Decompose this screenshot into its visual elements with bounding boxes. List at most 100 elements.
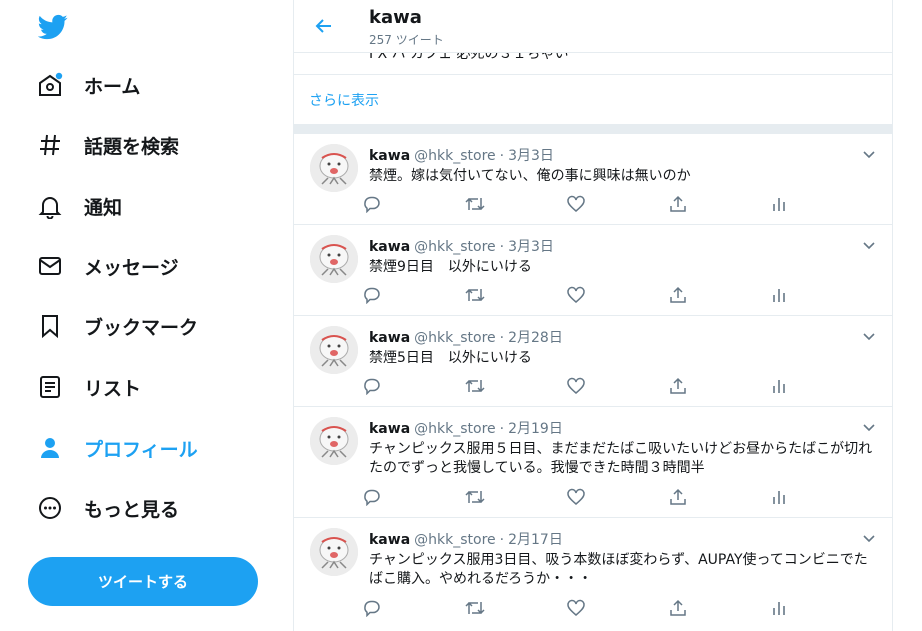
tweet-menu-button[interactable] bbox=[860, 418, 878, 436]
tweet-button[interactable]: ツイートする bbox=[28, 557, 258, 606]
arrow-left-icon bbox=[315, 19, 331, 33]
sidebar-item-notifications[interactable]: 通知 bbox=[36, 186, 122, 226]
tweet-item[interactable]: kawa @hkk_store · 3月3日 禁煙。嫁は気付いてない、俺の事に興味は無… bbox=[294, 134, 892, 225]
tweet-author[interactable]: kawa bbox=[369, 532, 410, 548]
retweet-button[interactable] bbox=[465, 194, 485, 214]
tweet-date[interactable]: 2月28日 bbox=[508, 330, 563, 346]
retweet-button[interactable] bbox=[465, 487, 485, 507]
tweet-count: 257 ツイート bbox=[369, 33, 444, 47]
like-button[interactable] bbox=[566, 194, 586, 214]
tweet-author[interactable]: kawa bbox=[369, 330, 410, 346]
retweet-icon bbox=[465, 379, 485, 393]
envelope-icon bbox=[36, 252, 64, 280]
tweet-menu-button[interactable] bbox=[860, 327, 878, 345]
share-button[interactable] bbox=[668, 598, 688, 618]
bookmark-icon bbox=[36, 312, 64, 340]
tweet-handle[interactable]: @hkk_store bbox=[414, 330, 496, 346]
tweet-item[interactable]: kawa @hkk_store · 2月28日 禁煙5日目 以外にいける bbox=[294, 316, 892, 407]
analytics-button[interactable] bbox=[769, 376, 789, 396]
tweet-item[interactable]: kawa @hkk_store · 3月3日 禁煙9日目 以外にいける bbox=[294, 225, 892, 316]
sidebar-item-label: ホーム bbox=[84, 75, 141, 98]
sidebar-item-lists[interactable]: リスト bbox=[36, 367, 141, 407]
reply-button[interactable] bbox=[362, 487, 382, 507]
reply-button[interactable] bbox=[362, 598, 382, 618]
tweet-actions bbox=[364, 376, 799, 396]
reply-button[interactable] bbox=[362, 194, 382, 214]
analytics-button[interactable] bbox=[769, 487, 789, 507]
heart-icon bbox=[567, 195, 585, 212]
analytics-button[interactable] bbox=[769, 285, 789, 305]
share-icon bbox=[670, 488, 686, 505]
tweet-header: kawa @hkk_store · 2月28日 bbox=[369, 327, 563, 347]
tweet-menu-button[interactable] bbox=[860, 236, 878, 254]
tweet-date[interactable]: 2月19日 bbox=[508, 421, 563, 437]
back-button[interactable] bbox=[310, 12, 338, 40]
share-button[interactable] bbox=[668, 376, 688, 396]
tweet-author[interactable]: kawa bbox=[369, 421, 410, 437]
retweet-icon bbox=[465, 601, 485, 615]
tweet-date[interactable]: 3月3日 bbox=[508, 239, 554, 255]
sidebar-item-label: もっと見る bbox=[84, 498, 180, 521]
share-button[interactable] bbox=[668, 194, 688, 214]
tweet-handle[interactable]: @hkk_store bbox=[414, 148, 496, 164]
share-button[interactable] bbox=[668, 487, 688, 507]
tweet-item[interactable]: kawa @hkk_store · 2月17日 チャンピックス服用3日目、吸う本数ほぼ… bbox=[294, 518, 892, 631]
tweet-text: 禁煙5日目 以外にいける bbox=[369, 350, 532, 366]
show-more-link[interactable]: さらに表示 bbox=[294, 74, 892, 124]
reply-icon bbox=[364, 600, 380, 617]
like-button[interactable] bbox=[566, 598, 586, 618]
sidebar-item-bookmarks[interactable]: ブックマーク bbox=[36, 306, 198, 346]
sidebar-item-label: 話題を検索 bbox=[84, 135, 180, 158]
tweet-actions bbox=[364, 194, 799, 214]
tweet-separator: · bbox=[499, 421, 505, 437]
tweet-menu-button[interactable] bbox=[860, 529, 878, 547]
like-button[interactable] bbox=[566, 487, 586, 507]
sidebar-item-label: ブックマーク bbox=[84, 316, 199, 339]
sidebar-item-messages[interactable]: メッセージ bbox=[36, 246, 179, 286]
tweet-author[interactable]: kawa bbox=[369, 239, 410, 255]
reply-button[interactable] bbox=[362, 376, 382, 396]
analytics-button[interactable] bbox=[769, 194, 789, 214]
tweet-text: チャンピックス服用3日目、吸う本数ほぼ変わらず、AUPAY使ってコンビニでたばこ… bbox=[369, 552, 868, 587]
tweet-handle[interactable]: @hkk_store bbox=[414, 239, 496, 255]
avatar[interactable] bbox=[310, 528, 358, 576]
sidebar-item-label: メッセージ bbox=[84, 256, 179, 279]
reply-icon bbox=[364, 196, 380, 213]
retweet-button[interactable] bbox=[465, 285, 485, 305]
hashtag-icon bbox=[36, 131, 64, 159]
sidebar-item-home[interactable]: ホーム bbox=[36, 65, 140, 105]
avatar[interactable] bbox=[310, 144, 358, 192]
like-button[interactable] bbox=[566, 376, 586, 396]
retweet-button[interactable] bbox=[465, 598, 485, 618]
share-button[interactable] bbox=[668, 285, 688, 305]
profile-header: kawa 257 ツイート bbox=[294, 0, 892, 53]
tweet-separator: · bbox=[499, 148, 505, 164]
heart-icon bbox=[567, 599, 585, 616]
like-button[interactable] bbox=[566, 285, 586, 305]
tweet-handle[interactable]: @hkk_store bbox=[414, 532, 496, 548]
tweet-item[interactable]: kawa @hkk_store · 2月19日 チャンピックス服用５日目、まだまだたば… bbox=[294, 407, 892, 518]
avatar[interactable] bbox=[310, 326, 358, 374]
analytics-button[interactable] bbox=[769, 598, 789, 618]
tweet-date[interactable]: 3月3日 bbox=[508, 148, 554, 164]
sidebar-item-more[interactable]: もっと見る bbox=[36, 488, 179, 528]
person-icon bbox=[36, 434, 64, 462]
tweet-header: kawa @hkk_store · 2月19日 bbox=[369, 418, 563, 438]
retweet-button[interactable] bbox=[465, 376, 485, 396]
sidebar-item-label: リスト bbox=[84, 377, 142, 400]
tweet-header: kawa @hkk_store · 2月17日 bbox=[369, 529, 563, 549]
tweet-header: kawa @hkk_store · 3月3日 bbox=[369, 236, 554, 256]
tweet-handle[interactable]: @hkk_store bbox=[414, 421, 496, 437]
tweet-menu-button[interactable] bbox=[860, 145, 878, 163]
list-icon bbox=[36, 373, 64, 401]
reply-button[interactable] bbox=[362, 285, 382, 305]
chevron-down-icon bbox=[863, 242, 875, 250]
reply-icon bbox=[364, 489, 380, 506]
tweet-author[interactable]: kawa bbox=[369, 148, 410, 164]
twitter-bird-icon[interactable] bbox=[37, 12, 68, 42]
sidebar-item-profile[interactable]: プロフィール bbox=[36, 428, 198, 468]
sidebar-item-explore[interactable]: 話題を検索 bbox=[36, 125, 179, 165]
tweet-date[interactable]: 2月17日 bbox=[508, 532, 563, 548]
avatar[interactable] bbox=[310, 417, 358, 465]
avatar[interactable] bbox=[310, 235, 358, 283]
